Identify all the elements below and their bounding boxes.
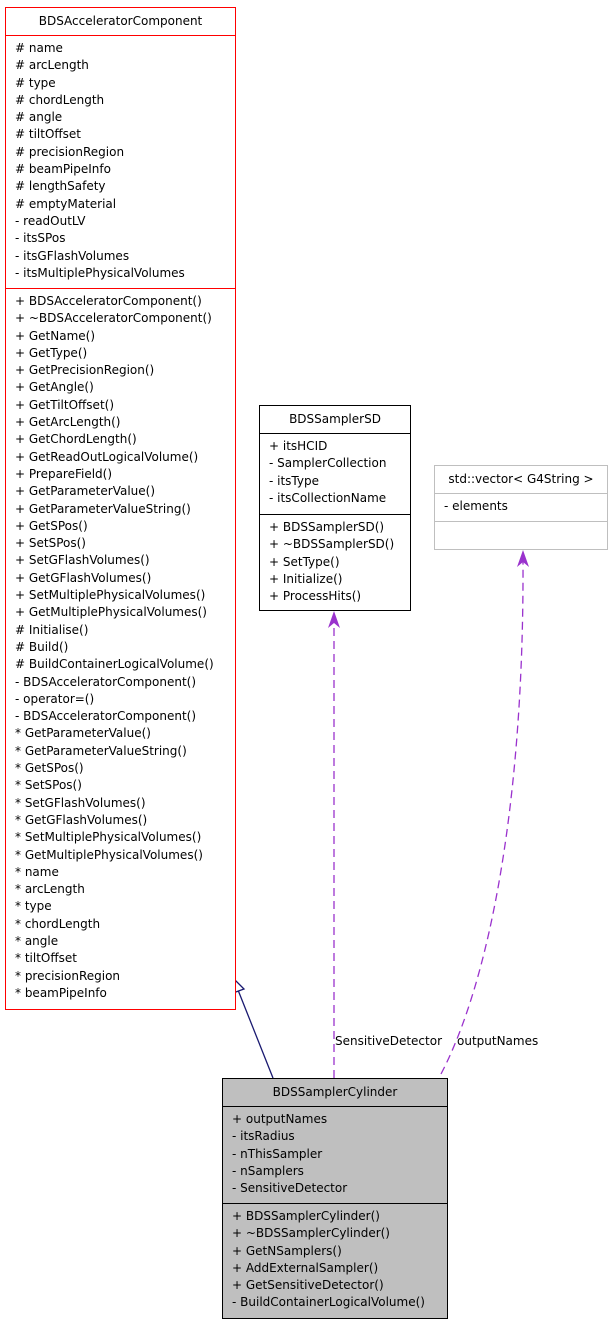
method: - BDSAcceleratorComponent() [15, 709, 197, 724]
method: + SetGFlashVolumes() [15, 553, 150, 568]
method: * GetMultiplePhysicalVolumes() [15, 847, 203, 862]
method: + GetGFlashVolumes() [15, 570, 152, 585]
method: * angle [15, 933, 59, 948]
method: + ~BDSSamplerSD() [269, 537, 395, 552]
attribute: - itsCollectionName [269, 490, 387, 505]
attribute: + outputNames [232, 1112, 328, 1126]
edge-label-output-names: outputNames [457, 1034, 539, 1048]
method: * SetMultiplePhysicalVolumes() [15, 830, 202, 845]
method: + GetType() [15, 345, 88, 360]
attribute: - itsType [269, 473, 319, 488]
methods-section: + BDSSamplerCylinder() + ~BDSSamplerCylin… [223, 1203, 447, 1312]
attribute: # precisionRegion [15, 144, 125, 159]
method: + ~BDSSamplerCylinder() [232, 1226, 390, 1241]
method: * SetGFlashVolumes() [15, 795, 146, 810]
method: + SetType() [269, 554, 340, 569]
attribute: - nSamplers [232, 1163, 304, 1178]
method: * type [15, 899, 52, 914]
method: + GetArcLength() [15, 415, 121, 430]
inheritance-edge [237, 989, 274, 1079]
usage-edge-output-names [440, 561, 524, 1075]
method: # Initialise() [15, 622, 89, 637]
attribute: - readOutLV [15, 213, 86, 228]
method: - BDSAcceleratorComponent() [15, 674, 197, 689]
attribute: - itsGFlashVolumes [15, 248, 130, 263]
method: * GetParameterValue() [15, 726, 151, 741]
method: + GetMultiplePhysicalVolumes() [15, 605, 207, 620]
method: * GetGFlashVolumes() [15, 812, 148, 827]
attribute: # tiltOffset [15, 127, 81, 142]
usage-arrowhead-icon [328, 611, 340, 628]
method: * GetSPos() [15, 761, 84, 776]
method: + GetTiltOffset() [15, 397, 115, 412]
method: + Initialize() [269, 571, 343, 586]
method: * tiltOffset [15, 951, 77, 966]
method: # BuildContainerLogicalVolume() [15, 657, 214, 672]
method: - BuildContainerLogicalVolume() [232, 1295, 425, 1310]
method: + BDSSamplerCylinder() [232, 1209, 380, 1223]
method: + GetSensitiveDetector() [232, 1278, 384, 1293]
class-name: BDSSamplerSD [289, 412, 381, 426]
attribute: # chordLength [15, 92, 105, 107]
method: + ~BDSAcceleratorComponent() [15, 311, 212, 326]
class-name: std::vector< G4String > [448, 472, 594, 486]
method: # Build() [15, 639, 69, 654]
attribute: # type [15, 75, 56, 90]
method: + AddExternalSampler() [232, 1260, 379, 1275]
methods-section: + BDSAcceleratorComponent() + ~BDSAcceler… [6, 288, 235, 1002]
attribute: - itsSPos [15, 231, 66, 246]
method: * beamPipeInfo [15, 985, 107, 1000]
method: + GetReadOutLogicalVolume() [15, 449, 199, 464]
method: + GetNSamplers() [232, 1243, 342, 1258]
attributes-section: # name # arcLength # type # chordLength # an… [6, 35, 235, 288]
class-std-vector-g4string[interactable]: std::vector< G4String >- elements [434, 465, 608, 550]
attribute: # emptyMaterial [15, 196, 117, 211]
attribute: # angle [15, 110, 63, 125]
attribute: # lengthSafety [15, 179, 106, 194]
method: + GetAngle() [15, 380, 94, 395]
attributes-section: - elements [435, 493, 607, 521]
method: + SetSPos() [15, 536, 86, 551]
attribute: - itsMultiplePhysicalVolumes [15, 265, 185, 280]
method: + GetName() [15, 328, 96, 343]
class-bds-accelerator-component[interactable]: BDSAcceleratorComponent # name # arcLength… [5, 7, 236, 1010]
class-name: BDSSamplerCylinder [272, 1085, 398, 1099]
attribute: - SensitiveDetector [232, 1181, 348, 1196]
attribute: # beamPipeInfo [15, 162, 111, 177]
method: * name [15, 864, 59, 879]
method: + SetMultiplePhysicalVolumes() [15, 588, 206, 603]
attribute: - nThisSampler [232, 1146, 323, 1161]
method: + ProcessHits() [269, 589, 362, 604]
method: * chordLength [15, 916, 101, 931]
method: * arcLength [15, 882, 85, 897]
class-bds-sampler-sd[interactable]: BDSSamplerSD + itsHCID - SamplerCollection… [259, 405, 411, 611]
attributes-section: + itsHCID - SamplerCollection - itsType - i… [260, 433, 410, 514]
method: + GetChordLength() [15, 432, 137, 447]
methods-section [435, 521, 607, 526]
method: + GetPrecisionRegion() [15, 363, 155, 378]
attribute: - elements [444, 499, 508, 513]
class-bds-sampler-cylinder[interactable]: BDSSamplerCylinder + outputNames - itsRadi… [222, 1078, 448, 1319]
method: + BDSSamplerSD() [269, 520, 385, 534]
attribute: - SamplerCollection [269, 456, 387, 471]
method: * GetParameterValueString() [15, 743, 187, 758]
methods-section: + BDSSamplerSD() + ~BDSSamplerSD() + SetTy… [260, 514, 410, 605]
method: + GetParameterValue() [15, 484, 156, 499]
attribute: # name [15, 41, 63, 55]
method: + PrepareField() [15, 466, 113, 481]
class-name: BDSAcceleratorComponent [38, 14, 203, 28]
attributes-section: + outputNames - itsRadius - nThisSampler - … [223, 1106, 447, 1203]
attribute: + itsHCID [269, 439, 328, 453]
method: + BDSAcceleratorComponent() [15, 294, 202, 308]
method: + GetSPos() [15, 518, 88, 533]
attribute: # arcLength [15, 58, 89, 73]
method: - operator=() [15, 691, 95, 706]
attribute: - itsRadius [232, 1129, 295, 1144]
method: + GetParameterValueString() [15, 501, 191, 516]
method: * SetSPos() [15, 778, 82, 793]
method: * precisionRegion [15, 968, 121, 983]
edge-label-sensitive-detector: SensitiveDetector [335, 1034, 443, 1048]
